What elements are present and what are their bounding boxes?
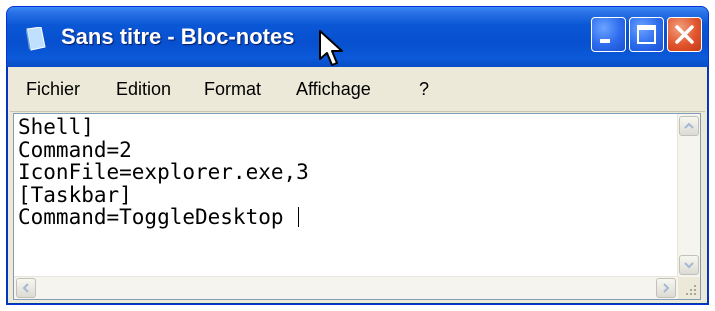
maximize-button[interactable]: [629, 17, 664, 52]
menu-fichier[interactable]: Fichier: [26, 75, 80, 103]
menu-format[interactable]: Format: [204, 75, 261, 103]
chevron-down-icon: [684, 262, 694, 269]
window-title: Sans titre - Bloc-notes: [61, 24, 295, 49]
scroll-up-button[interactable]: [679, 116, 699, 136]
title-bar[interactable]: Sans titre - Bloc-notes: [7, 7, 708, 67]
mouse-pointer-icon: [319, 30, 343, 66]
chevron-right-icon: [663, 283, 670, 293]
text-caret: [298, 207, 300, 227]
horizontal-scrollbar[interactable]: [14, 276, 678, 299]
menu-affichage[interactable]: Affichage: [296, 75, 371, 103]
menu-help[interactable]: ?: [419, 75, 429, 103]
close-icon: [675, 25, 694, 44]
notepad-app-icon: [26, 27, 46, 51]
text-line: [Taskbar]: [18, 182, 132, 207]
minimize-icon: [600, 39, 610, 43]
text-line: Shell]: [18, 116, 94, 139]
chevron-up-icon: [684, 122, 694, 129]
notepad-window: Sans titre - Bloc-notes Fichier Edition …: [6, 6, 709, 305]
resize-grip[interactable]: [678, 277, 700, 299]
text-editor[interactable]: Shell] Command=2 IconFile=explorer.exe,3…: [13, 113, 701, 300]
text-line: Command=2: [18, 137, 132, 162]
scroll-right-button[interactable]: [656, 278, 676, 298]
text-line: IconFile=explorer.exe,3: [18, 160, 309, 184]
vertical-scrollbar[interactable]: [677, 114, 700, 277]
menu-edition[interactable]: Edition: [116, 75, 171, 103]
menu-bar: Fichier Edition Format Affichage ?: [10, 67, 705, 112]
maximize-icon: [637, 25, 656, 44]
chevron-left-icon: [22, 283, 29, 293]
close-button[interactable]: [667, 17, 702, 52]
text-line: Command=ToggleDesktop: [18, 205, 297, 229]
resize-grip-icon: [686, 285, 696, 295]
minimize-button[interactable]: [591, 17, 626, 52]
scroll-down-button[interactable]: [679, 255, 699, 275]
scroll-left-button[interactable]: [16, 278, 36, 298]
editor-text[interactable]: Shell] Command=2 IconFile=explorer.exe,3…: [18, 116, 678, 266]
